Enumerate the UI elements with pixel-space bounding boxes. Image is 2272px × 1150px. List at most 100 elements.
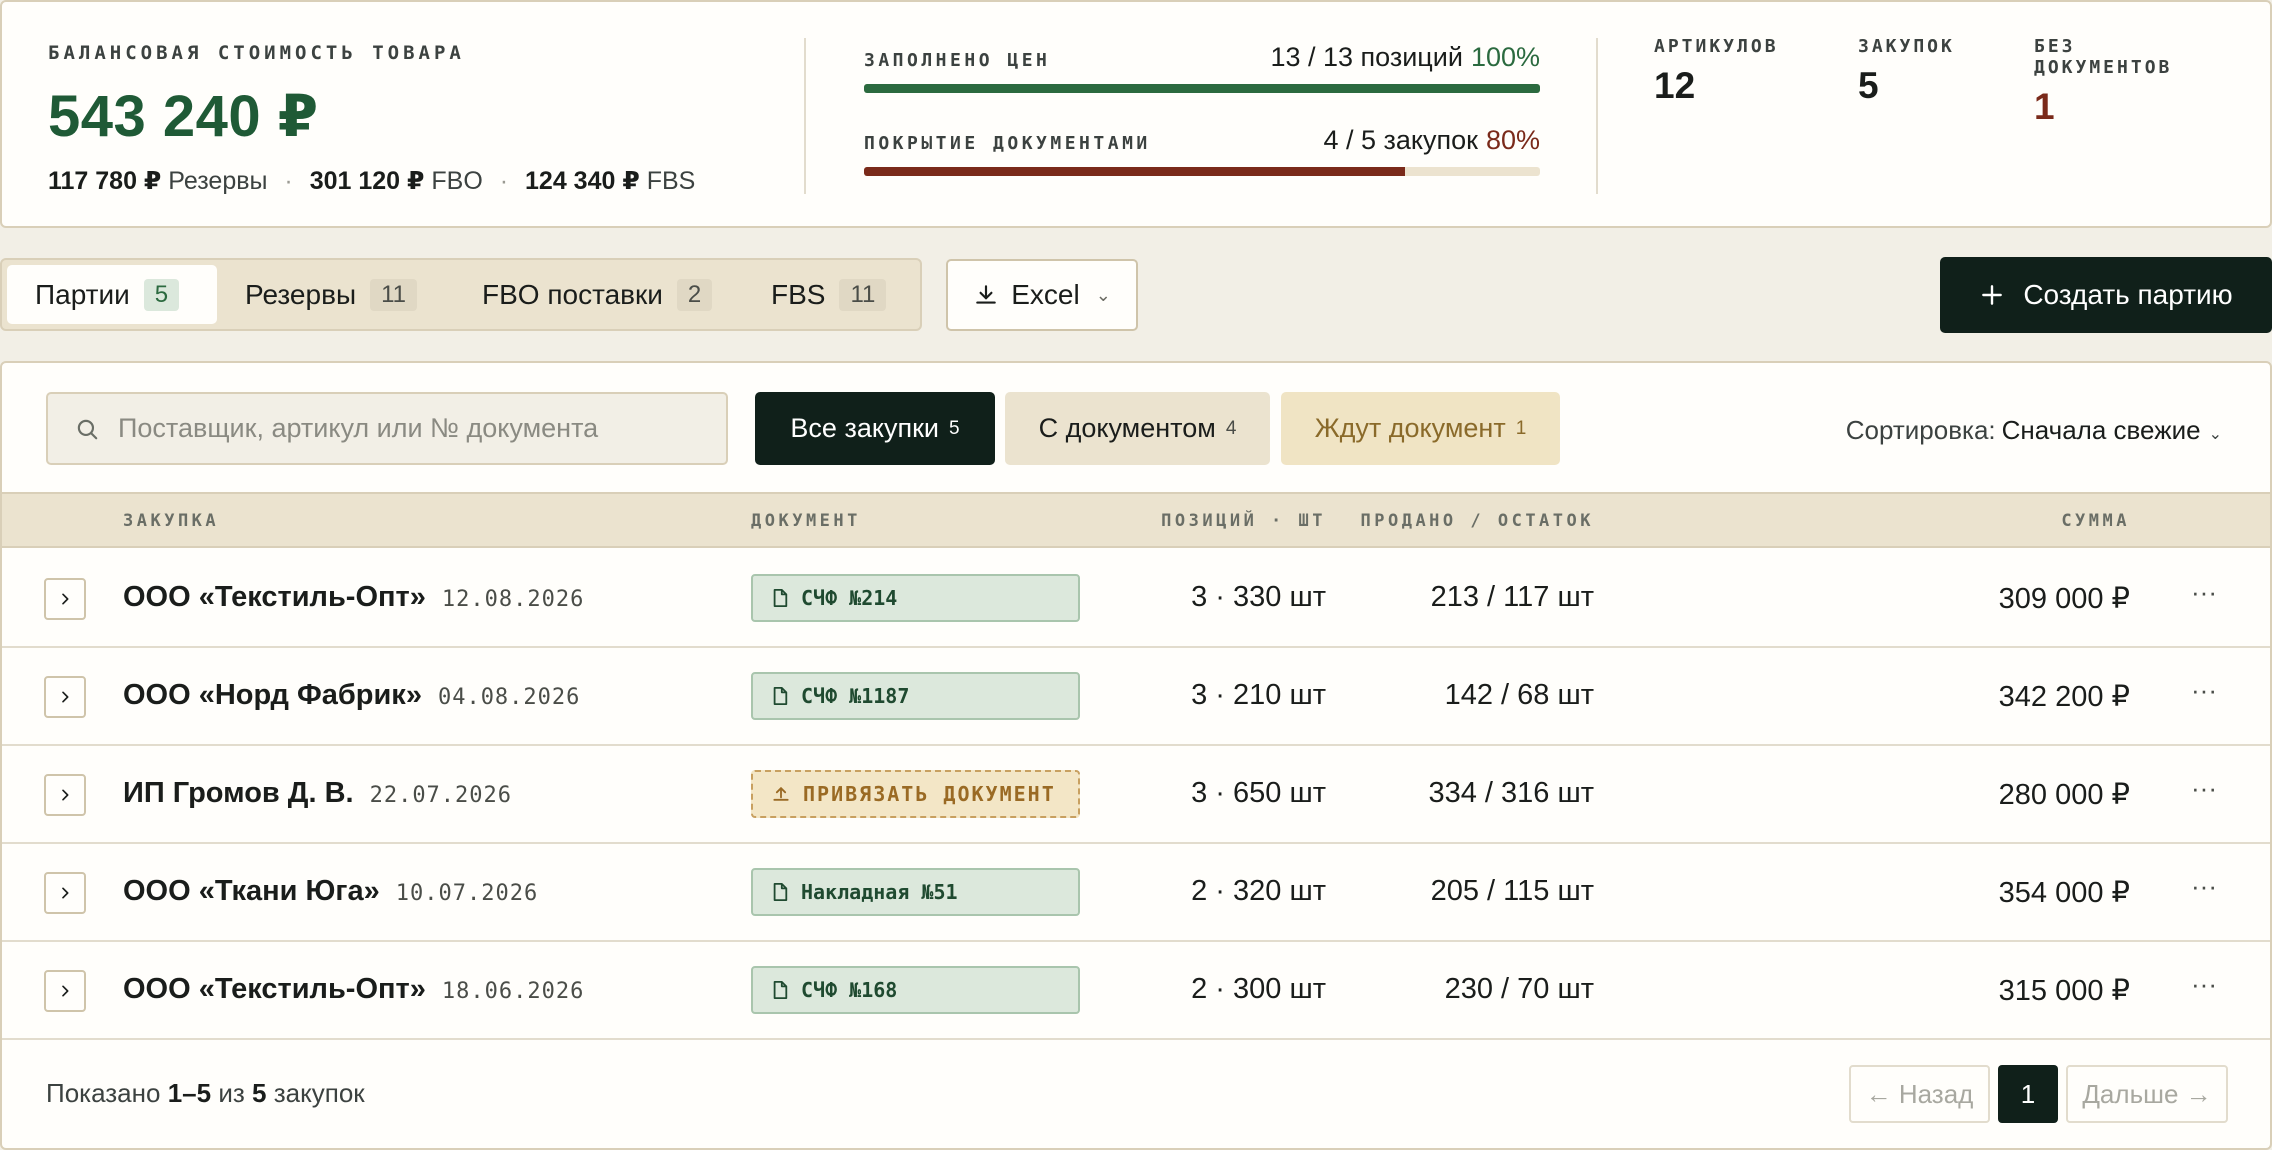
search-input[interactable]: [118, 413, 698, 444]
tab-fbo-supplies[interactable]: FBO поставки 2: [454, 265, 740, 324]
download-icon: [976, 285, 996, 304]
supplier-name: ИП Громов Д. В.: [123, 777, 354, 809]
positions-cell: 3 · 330 шт: [1191, 581, 1326, 613]
filter-count: 4: [1225, 417, 1237, 439]
expand-row-button[interactable]: [44, 774, 86, 816]
docs-label: Покрытие документами: [864, 133, 1151, 154]
tab-count: 2: [676, 278, 713, 311]
document-label: ПРИВЯЗАТЬ ДОКУМЕНТ: [803, 782, 1056, 806]
purchases-card: Все закупки 5 С документом 4 Ждут документ…: [0, 361, 2272, 1150]
header-sold-remaining: Продано / остаток: [1360, 511, 1594, 531]
more-actions-icon[interactable]: ···: [2182, 770, 2226, 814]
docs-percent: 80%: [1485, 125, 1540, 155]
purchase-date: 18.06.2026: [441, 979, 585, 1004]
supplier-cell: ООО «Текстиль-Опт» 12.08.2026: [123, 581, 584, 614]
tab-reserves[interactable]: Резервы 11: [217, 265, 445, 324]
footer-of: из: [218, 1078, 245, 1108]
footer-suffix: закупок: [273, 1078, 365, 1108]
filter-count: 5: [948, 417, 960, 439]
document-label: Накладная №51: [801, 880, 958, 904]
purchase-date: 04.08.2026: [437, 685, 581, 710]
sort-value: Сначала свежие: [2001, 415, 2201, 445]
separator: ·: [284, 167, 293, 195]
table-row: ООО «Текстиль-Опт» 12.08.2026 СЧФ №214 3 …: [2, 550, 2270, 648]
tab-batches[interactable]: Партии 5: [7, 265, 217, 324]
stat-label: Закупок: [1858, 36, 1955, 57]
prices-count: 13 / 13 позиций 100%: [1270, 42, 1540, 73]
purchase-date: 22.07.2026: [369, 783, 513, 808]
search-icon: [77, 419, 98, 439]
create-batch-button[interactable]: Создать партию: [1940, 257, 2272, 333]
table-row: ООО «Ткани Юга» 10.07.2026 Накладная №51 …: [2, 844, 2270, 942]
stat-label: Артикулов: [1654, 36, 1779, 57]
expand-row-button[interactable]: [44, 578, 86, 620]
file-icon: [771, 980, 789, 1000]
page-1-button[interactable]: 1: [1998, 1065, 2058, 1123]
docs-count-text: 4 / 5 закупок: [1323, 125, 1478, 155]
tab-count: 5: [143, 278, 180, 311]
prev-page-button[interactable]: ← Назад: [1849, 1065, 1990, 1123]
sold-remaining-cell: 142 / 68 шт: [1444, 679, 1594, 711]
tab-fbs[interactable]: FBS 11: [743, 265, 914, 324]
expand-row-button[interactable]: [44, 872, 86, 914]
purchase-date: 12.08.2026: [441, 587, 585, 612]
balance-label: Балансовая стоимость товара: [48, 42, 465, 64]
chevron-right-icon: [62, 887, 69, 899]
document-badge[interactable]: СЧФ №214: [751, 574, 1080, 622]
fbo-label: FBO: [431, 167, 483, 195]
tab-count: 11: [839, 278, 887, 311]
stat-value: 1: [2034, 86, 2055, 127]
chevron-right-icon: [62, 593, 69, 605]
filter-all-purchases[interactable]: Все закупки 5: [755, 392, 995, 465]
stat-label: Без документов: [2034, 36, 2173, 78]
supplier-cell: ООО «Ткани Юга» 10.07.2026: [123, 875, 538, 908]
reserves-value: 117 780 ₽: [48, 167, 162, 195]
excel-export-button[interactable]: Excel ⌄: [946, 259, 1138, 331]
supplier-cell: ООО «Норд Фабрик» 04.08.2026: [123, 679, 580, 712]
positions-cell: 3 · 210 шт: [1191, 679, 1326, 711]
next-page-button[interactable]: Дальше →: [2066, 1065, 2228, 1123]
document-label: СЧФ №168: [801, 978, 898, 1002]
positions-cell: 2 · 320 шт: [1191, 875, 1326, 907]
summary-card: Балансовая стоимость товара 543 240 ₽ 11…: [0, 0, 2272, 228]
sum-cell: 342 200 ₽: [1998, 681, 2130, 713]
table-row: ООО «Норд Фабрик» 04.08.2026 СЧФ №1187 3 …: [2, 648, 2270, 746]
filter-label: С документом: [1038, 413, 1216, 443]
docs-count: 4 / 5 закупок 80%: [1323, 125, 1540, 156]
stat-articles: Артикулов 12: [1654, 36, 1779, 107]
expand-row-button[interactable]: [44, 676, 86, 718]
prices-label: Заполнено цен: [864, 50, 1051, 71]
docs-bar: [864, 167, 1540, 176]
header-purchase: Закупка: [123, 511, 220, 531]
more-actions-icon[interactable]: ···: [2182, 574, 2226, 618]
more-actions-icon[interactable]: ···: [2182, 672, 2226, 716]
section-tabs: Партии 5 Резервы 11 FBO поставки 2 FBS 1…: [0, 258, 922, 331]
create-batch-label: Создать партию: [2023, 279, 2233, 310]
reserves-label: Резервы: [168, 167, 268, 195]
filter-awaiting-document[interactable]: Ждут документ 1: [1281, 392, 1560, 465]
attach-document-button[interactable]: ПРИВЯЗАТЬ ДОКУМЕНТ: [751, 770, 1080, 818]
fbs-label: FBS: [646, 167, 696, 195]
filter-with-document[interactable]: С документом 4: [1005, 392, 1270, 465]
chevron-down-icon: ⌄: [2208, 426, 2222, 443]
stat-purchases: Закупок 5: [1858, 36, 1955, 107]
tab-label: Резервы: [245, 278, 357, 310]
positions-cell: 3 · 650 шт: [1191, 777, 1326, 809]
more-actions-icon[interactable]: ···: [2182, 868, 2226, 912]
footer-prefix: Показано: [46, 1078, 161, 1108]
document-badge[interactable]: СЧФ №168: [751, 966, 1080, 1014]
supplier-cell: ООО «Текстиль-Опт» 18.06.2026: [123, 973, 584, 1006]
chevron-right-icon: [62, 985, 69, 997]
stat-value: 5: [1858, 65, 1879, 106]
sort-control[interactable]: Сортировка: Сначала свежие ⌄: [1846, 415, 2222, 446]
balance-block: Балансовая стоимость товара 543 240 ₽ 11…: [48, 42, 695, 196]
table-row: ИП Громов Д. В. 22.07.2026 ПРИВЯЗАТЬ ДОКУ…: [2, 746, 2270, 844]
more-actions-icon[interactable]: ···: [2182, 966, 2226, 1010]
expand-row-button[interactable]: [44, 970, 86, 1012]
supplier-name: ООО «Текстиль-Опт»: [123, 581, 426, 613]
document-badge[interactable]: Накладная №51: [751, 868, 1080, 916]
tab-count: 11: [370, 278, 417, 311]
document-badge[interactable]: СЧФ №1187: [751, 672, 1080, 720]
stat-value: 12: [1654, 65, 1696, 106]
tab-label: Партии: [35, 278, 130, 310]
